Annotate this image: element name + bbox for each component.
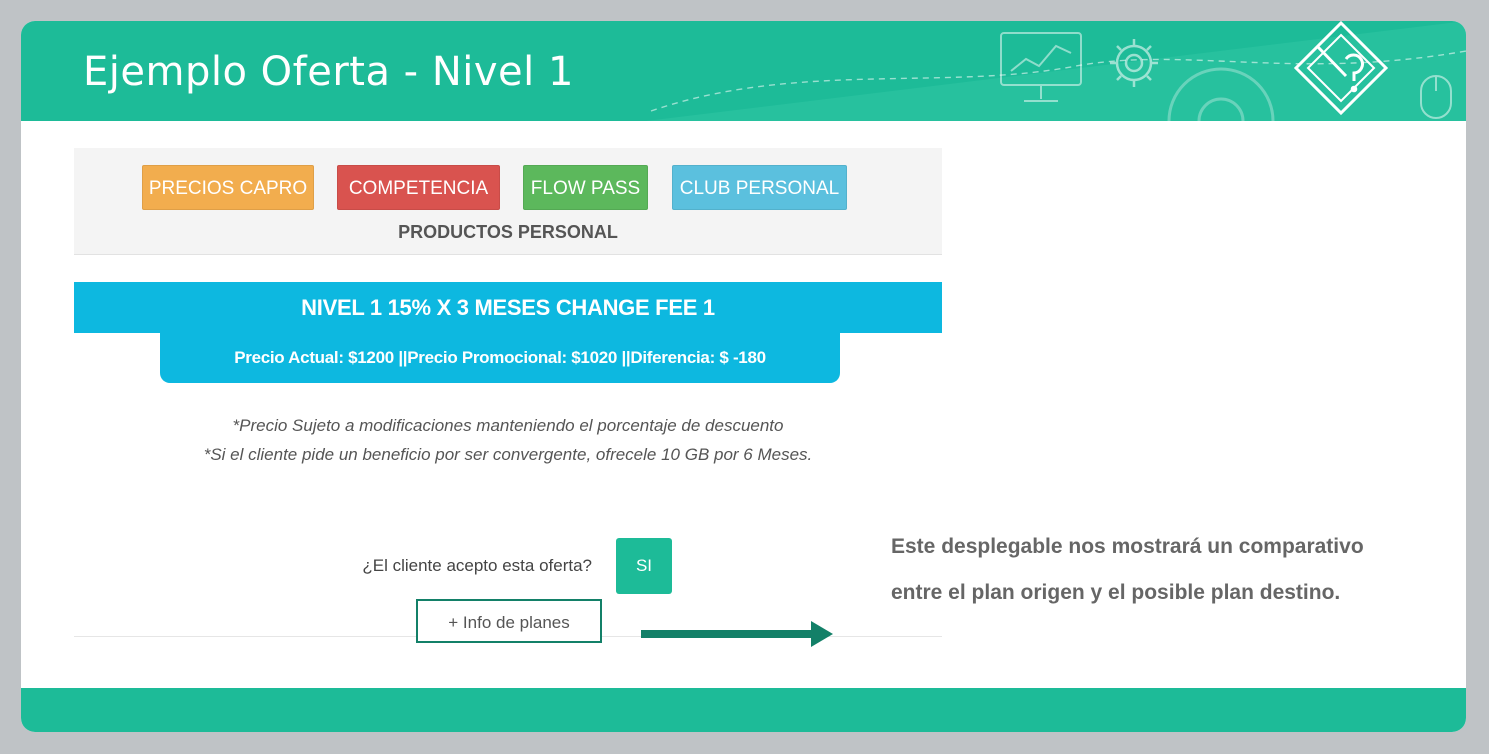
explanation-text: Este desplegable nos mostrará un compara…	[891, 535, 1364, 604]
app-top-bar: PRECIOS CAPRO COMPETENCIA FLOW PASS CLUB…	[74, 148, 942, 255]
info-planes-button[interactable]: + Info de planes	[416, 599, 602, 643]
products-title: PRODUCTOS PERSONAL	[398, 222, 618, 242]
convergence-note: *Si el cliente pide un beneficio por ser…	[203, 445, 813, 464]
offer-question: ¿El cliente acepto esta oferta?	[362, 556, 592, 575]
precios-capro-button[interactable]: PRECIOS CAPRO	[142, 165, 314, 210]
si-button[interactable]: SI	[616, 538, 672, 594]
nivel-banner: NIVEL 1 15% X 3 MESES CHANGE FEE 1	[74, 282, 942, 333]
arrow-right-icon	[641, 621, 833, 647]
app-screenshot: PRECIOS CAPRO COMPETENCIA FLOW PASS CLUB…	[74, 148, 942, 668]
flow-pass-button[interactable]: FLOW PASS	[523, 165, 648, 210]
header-decoration	[646, 21, 1466, 121]
slide: Ejemplo Oferta - Nivel 1 PRECIOS CAPRO C…	[21, 21, 1466, 732]
price-bar: Precio Actual: $1200 ||Precio Promociona…	[160, 333, 840, 383]
slide-footer	[21, 688, 1466, 732]
competencia-button[interactable]: COMPETENCIA	[337, 165, 500, 210]
slide-title: Ejemplo Oferta - Nivel 1	[83, 49, 574, 95]
club-personal-button[interactable]: CLUB PERSONAL	[672, 165, 847, 210]
price-note: *Precio Sujeto a modificaciones mantenie…	[232, 416, 784, 435]
slide-header: Ejemplo Oferta - Nivel 1	[21, 21, 1466, 121]
